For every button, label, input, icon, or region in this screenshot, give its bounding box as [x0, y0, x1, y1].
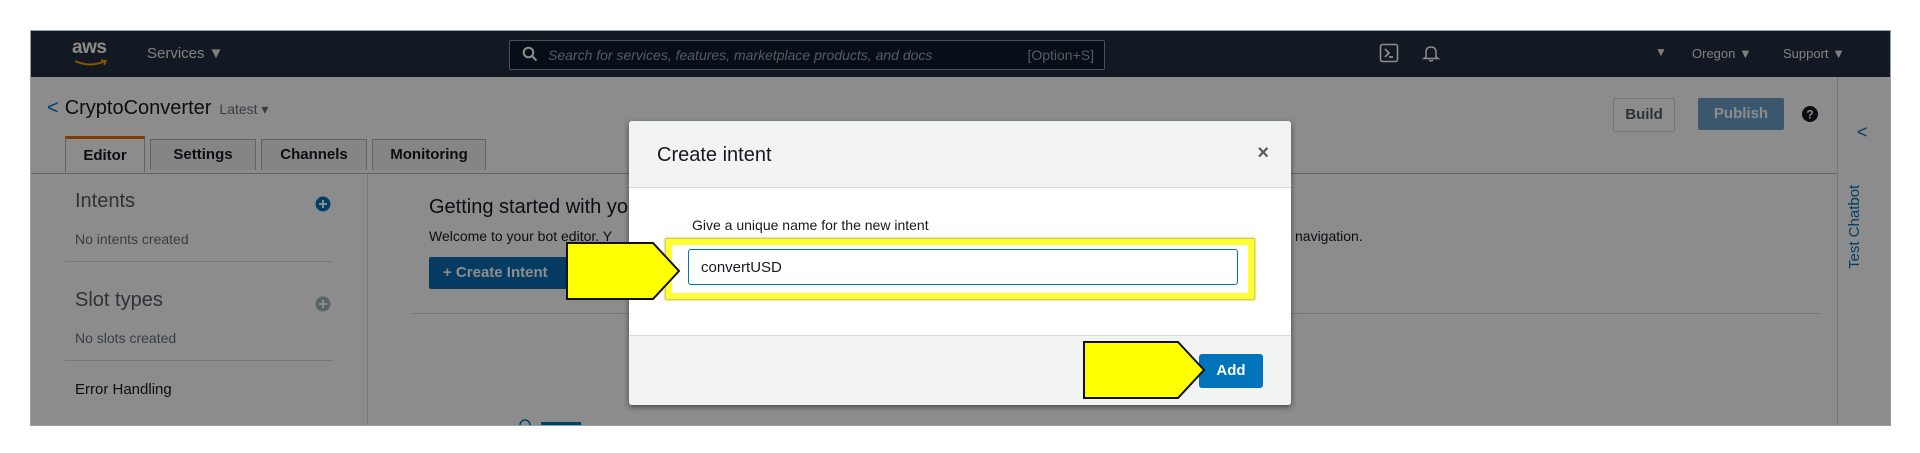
- close-icon[interactable]: ×: [1257, 143, 1269, 163]
- intent-name-label: Give a unique name for the new intent: [692, 217, 929, 233]
- intent-name-input[interactable]: [688, 249, 1238, 285]
- screen: aws Services ▼ Search for services, feat…: [30, 30, 1891, 426]
- callout-arrow-icon: [1083, 341, 1206, 399]
- add-button[interactable]: Add: [1199, 354, 1263, 388]
- callout-arrow-icon: [566, 242, 681, 300]
- dialog-header: Create intent ×: [629, 121, 1291, 188]
- dialog-title: Create intent: [657, 144, 772, 166]
